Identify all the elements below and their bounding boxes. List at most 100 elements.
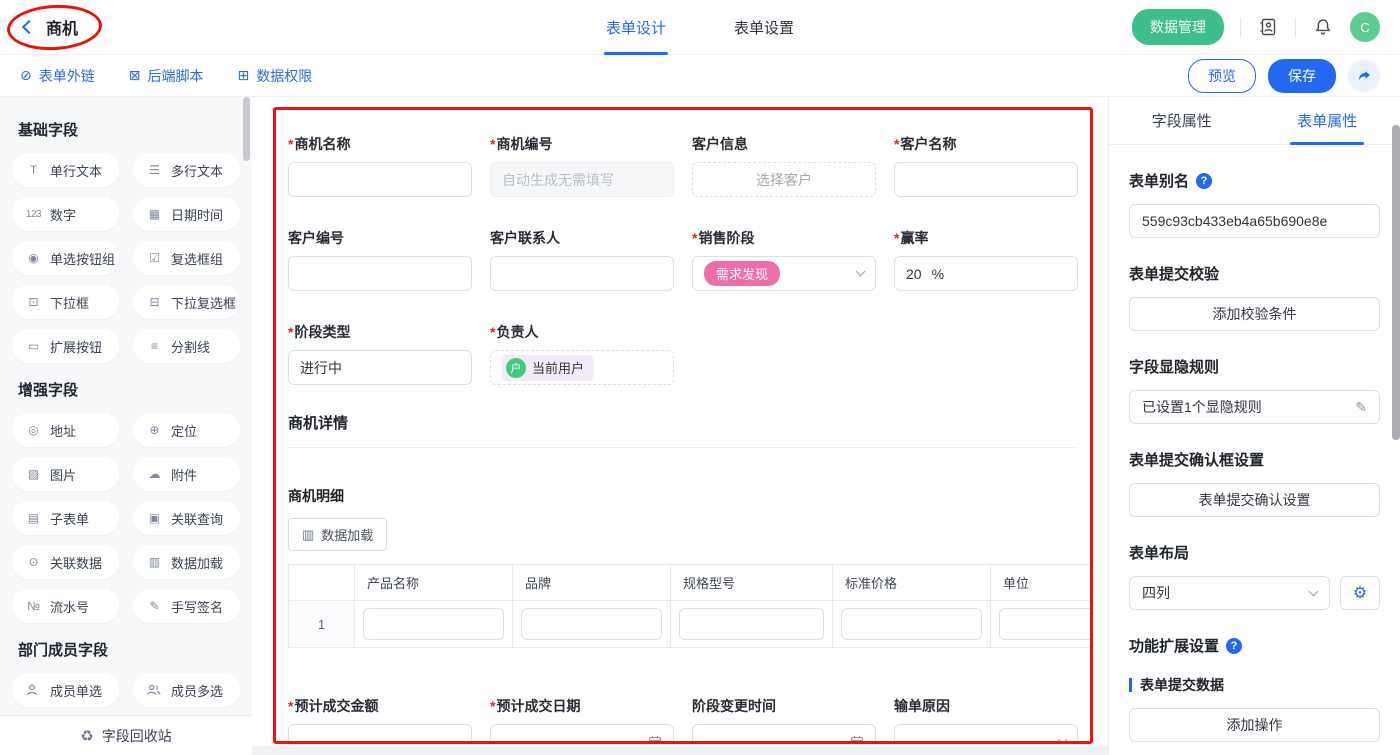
- field-pill-multi-line-text[interactable]: ☰多行文本: [133, 153, 240, 187]
- submit-confirm-button[interactable]: 表单提交确认设置: [1129, 483, 1380, 517]
- share-button[interactable]: [1348, 60, 1380, 92]
- field-sales-stage[interactable]: 销售阶段 需求发现: [692, 228, 876, 291]
- field-pill-multi-select[interactable]: ⊟下拉复选框: [133, 285, 240, 319]
- field-expected-date[interactable]: 预计成交日期: [490, 696, 674, 744]
- pill-label: 单行文本: [50, 161, 102, 180]
- field-pill-related-data[interactable]: ⊙关联数据: [12, 545, 119, 579]
- visibility-rules-box[interactable]: 已设置1个显隐规则 ✎: [1129, 390, 1380, 424]
- subsection-opportunity-lines: 商机明细: [288, 486, 1078, 506]
- sales-stage-select[interactable]: 需求发现: [692, 256, 876, 291]
- field-opportunity-name[interactable]: 商机名称: [288, 134, 472, 197]
- stage-type-input[interactable]: 进行中: [288, 350, 472, 385]
- field-pill-member-multi[interactable]: 成员多选: [133, 673, 240, 707]
- pill-label: 多行文本: [171, 161, 223, 180]
- field-pill-radio-group[interactable]: ◉单选按钮组: [12, 241, 119, 275]
- pill-label: 日期时间: [171, 205, 223, 224]
- current-user-tag: 户 当前用户: [502, 355, 594, 381]
- form-row-4: 预计成交金额 预计成交日期 阶段变更时间 输单原因: [288, 696, 1078, 744]
- field-customer-name[interactable]: 客户名称: [894, 134, 1078, 197]
- help-icon[interactable]: ?: [1196, 173, 1212, 189]
- lost-reason-select[interactable]: [894, 724, 1078, 744]
- field-pill-lookup-query[interactable]: ▣关联查询: [133, 501, 240, 535]
- field-stage-change-time[interactable]: 阶段变更时间: [692, 696, 876, 744]
- win-rate-input[interactable]: 20 %: [894, 256, 1078, 291]
- tab-field-properties[interactable]: 字段属性: [1109, 97, 1255, 144]
- field-opportunity-code[interactable]: 商机编号 自动生成无需填写: [490, 134, 674, 197]
- data-load-button[interactable]: ▥ 数据加载: [288, 518, 387, 551]
- customer-code-input[interactable]: [288, 256, 472, 291]
- opportunity-name-input[interactable]: [288, 162, 472, 197]
- field-label: 客户联系人: [490, 228, 674, 248]
- pill-label: 成员多选: [171, 681, 223, 700]
- add-validation-button[interactable]: 添加校验条件: [1129, 297, 1380, 331]
- field-pill-datetime[interactable]: ▦日期时间: [133, 197, 240, 231]
- field-pill-checkbox-group[interactable]: ☑复选框组: [133, 241, 240, 275]
- field-pill-divider[interactable]: ≡分割线: [133, 329, 240, 363]
- preview-button[interactable]: 预览: [1188, 59, 1256, 93]
- customer-name-input[interactable]: [894, 162, 1078, 197]
- edit-icon[interactable]: ✎: [1355, 399, 1367, 416]
- field-pill-member-single[interactable]: 成员单选: [12, 673, 119, 707]
- field-recycle-bin[interactable]: ♻ 字段回收站: [0, 715, 252, 755]
- customer-contact-input[interactable]: [490, 256, 674, 291]
- field-pill-geolocation[interactable]: ⊕定位: [133, 413, 240, 447]
- external-link-button[interactable]: ⊘ 表单外链: [20, 66, 95, 86]
- field-customer-info[interactable]: 客户信息 选择客户: [692, 134, 876, 197]
- tab-form-settings[interactable]: 表单设置: [734, 0, 794, 55]
- field-pill-address[interactable]: ◎地址: [12, 413, 119, 447]
- field-pill-single-line-text[interactable]: T单行文本: [12, 153, 119, 187]
- chevron-down-icon: [856, 267, 866, 277]
- tab-form-design[interactable]: 表单设计: [606, 0, 666, 55]
- field-pill-extend-button[interactable]: ▭扩展按钮: [12, 329, 119, 363]
- data-permission-button[interactable]: ⊞ 数据权限: [237, 66, 312, 86]
- help-icon[interactable]: ?: [1226, 638, 1242, 654]
- user-avatar[interactable]: C: [1350, 12, 1380, 42]
- panel-tabs: 字段属性 表单属性: [1109, 97, 1400, 145]
- link-chain-icon: ⊙: [25, 555, 42, 569]
- field-pill-image[interactable]: ▨图片: [12, 457, 119, 491]
- expected-amount-input[interactable]: [288, 724, 472, 744]
- layout-select[interactable]: 四列: [1129, 576, 1330, 610]
- standard-price-input[interactable]: [841, 608, 982, 640]
- select-customer-button[interactable]: 选择客户: [692, 162, 876, 197]
- section-form-alias: 表单别名 ? 559c93cb433eb4a65b690e8e: [1129, 170, 1380, 238]
- field-customer-code[interactable]: 客户编号: [288, 228, 472, 291]
- spec-model-input[interactable]: [679, 608, 824, 640]
- back-navigation[interactable]: 商机: [20, 15, 78, 39]
- back-chevron-icon[interactable]: [22, 20, 36, 34]
- panel-scrollbar-thumb[interactable]: [1392, 125, 1400, 440]
- notification-bell-icon[interactable]: [1312, 16, 1334, 38]
- field-expected-amount[interactable]: 预计成交金额: [288, 696, 472, 744]
- canvas-bottom-strip: [252, 746, 1108, 755]
- field-pill-attachment[interactable]: ☁附件: [133, 457, 240, 491]
- field-pill-serial-number[interactable]: №流水号: [12, 589, 119, 623]
- sidebar-scrollbar-thumb[interactable]: [243, 97, 250, 161]
- data-manage-button[interactable]: 数据管理: [1132, 9, 1224, 45]
- field-pill-signature[interactable]: ✎手写签名: [133, 589, 240, 623]
- tab-form-properties[interactable]: 表单属性: [1255, 97, 1400, 144]
- field-pill-number[interactable]: 123数字: [12, 197, 119, 231]
- field-owner[interactable]: 负责人 户 当前用户: [490, 322, 674, 385]
- expected-date-input[interactable]: [490, 724, 674, 744]
- field-lost-reason[interactable]: 输单原因: [894, 696, 1078, 744]
- field-pill-subform[interactable]: ▤子表单: [12, 501, 119, 535]
- product-name-input[interactable]: [363, 608, 504, 640]
- brand-input[interactable]: [521, 608, 662, 640]
- backend-script-button[interactable]: ⊠ 后端脚本: [129, 66, 204, 86]
- row-index-cell: 1: [289, 601, 355, 647]
- stage-change-time-input[interactable]: [692, 724, 876, 744]
- field-palette-sidebar: 基础字段 T单行文本 ☰多行文本 123数字 ▦日期时间 ◉单选按钮组 ☑复选框…: [0, 97, 252, 755]
- unit-input[interactable]: [999, 608, 1093, 640]
- field-pill-select[interactable]: ⊡下拉框: [12, 285, 119, 319]
- owner-picker[interactable]: 户 当前用户: [490, 350, 674, 385]
- save-button[interactable]: 保存: [1268, 59, 1336, 93]
- field-win-rate[interactable]: 赢率 20 %: [894, 228, 1078, 291]
- address-book-icon[interactable]: [1257, 16, 1279, 38]
- tab-field-properties-label: 字段属性: [1152, 110, 1212, 131]
- field-customer-contact[interactable]: 客户联系人: [490, 228, 674, 291]
- layout-settings-button[interactable]: ⚙: [1340, 576, 1380, 610]
- add-submit-action-button[interactable]: 添加操作: [1129, 708, 1380, 742]
- form-alias-input[interactable]: 559c93cb433eb4a65b690e8e: [1129, 204, 1380, 238]
- field-stage-type[interactable]: 阶段类型 进行中: [288, 322, 472, 385]
- field-pill-data-load[interactable]: ▥数据加载: [133, 545, 240, 579]
